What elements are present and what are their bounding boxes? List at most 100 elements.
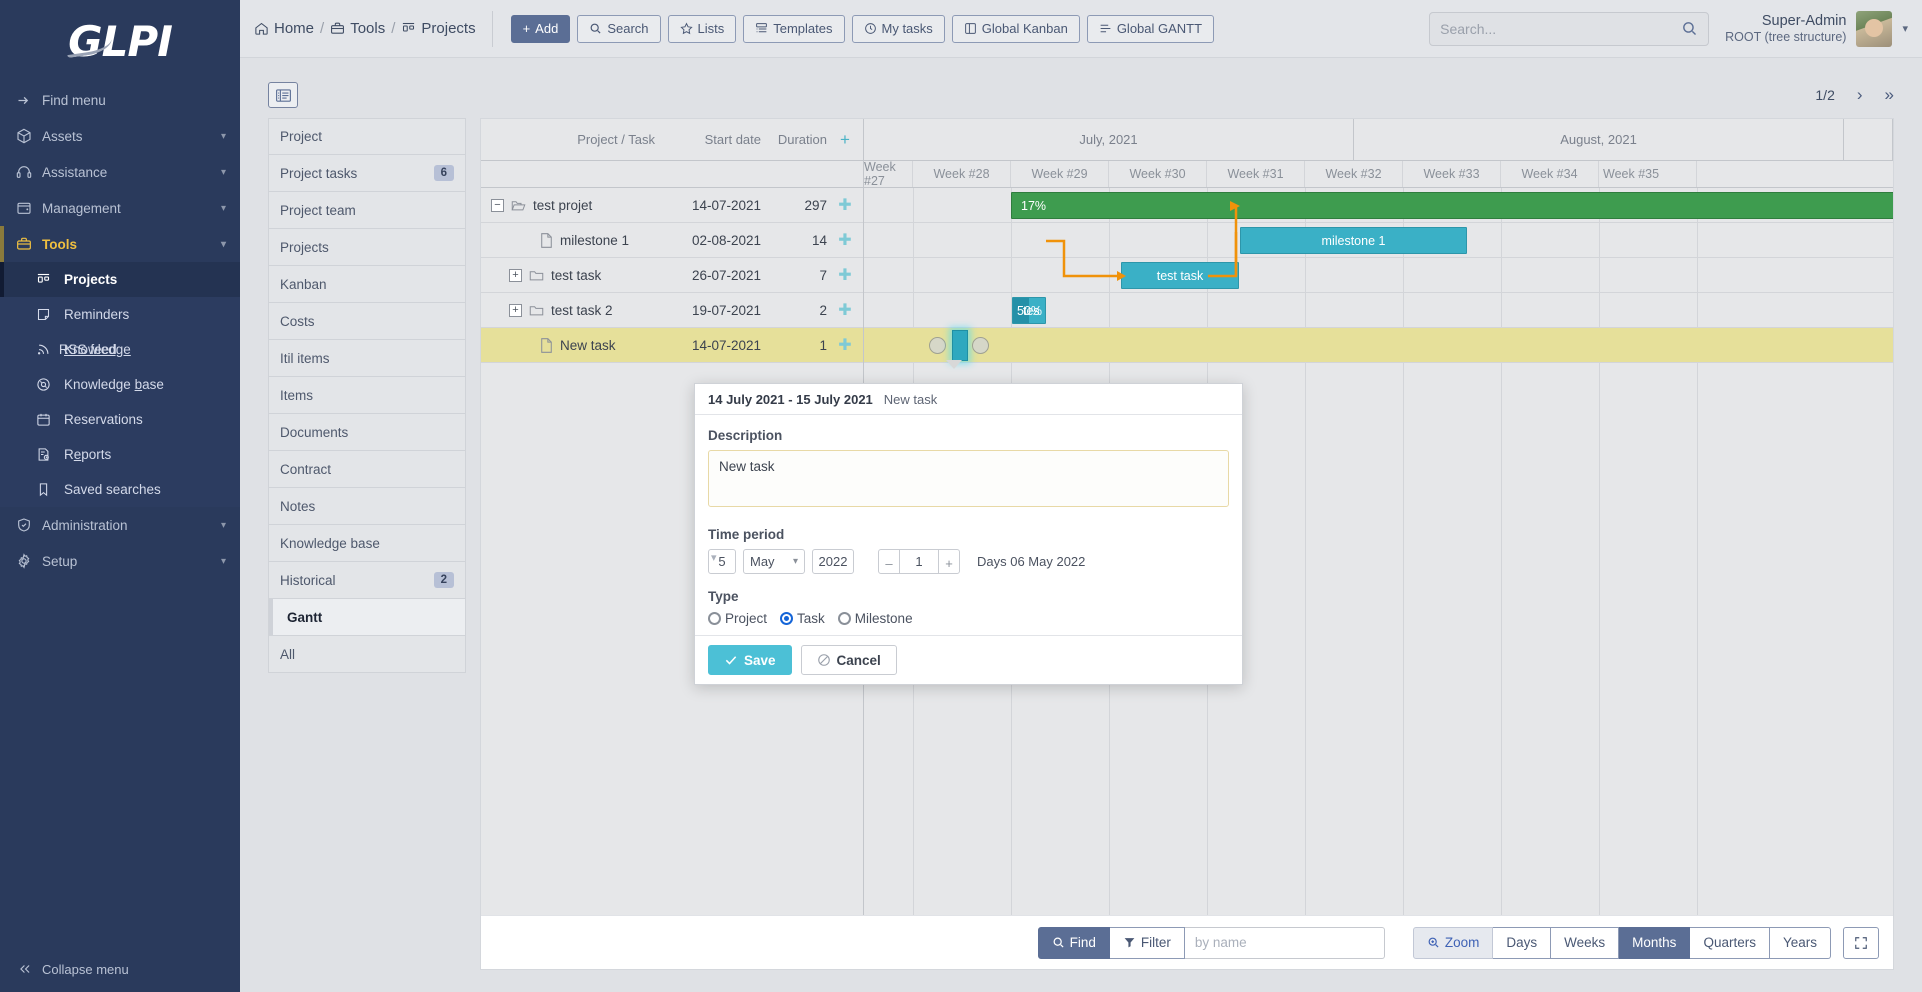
gantt-resize-handle-left[interactable] bbox=[929, 337, 946, 354]
templates-button[interactable]: Templates bbox=[743, 15, 844, 43]
duration-value[interactable]: 1 bbox=[900, 549, 938, 574]
row-expand-toggle[interactable]: + bbox=[509, 269, 522, 282]
sidebar-item-reservations[interactable]: Reservations bbox=[0, 402, 240, 437]
search-button[interactable]: Search bbox=[577, 15, 660, 43]
sidebar-item-reports[interactable]: Reports bbox=[0, 437, 240, 472]
row-add-icon[interactable]: ✚ bbox=[827, 265, 863, 285]
gantt-bar-new-task[interactable] bbox=[952, 330, 968, 361]
breadcrumb-tools[interactable]: Tools bbox=[330, 20, 385, 37]
table-row[interactable]: milestone 1 02-08-2021 14 ✚ bbox=[481, 223, 863, 258]
table-row[interactable]: + test task 26-07-2021 7 ✚ bbox=[481, 258, 863, 293]
year-input[interactable]: 2022 bbox=[812, 549, 854, 574]
table-row[interactable]: New task 14-07-2021 1 ✚ bbox=[481, 328, 863, 363]
table-row[interactable]: − test projet 14-07-2021 297 ✚ bbox=[481, 188, 863, 223]
find-button[interactable]: Find bbox=[1038, 927, 1110, 959]
sidebar-group-assistance[interactable]: Assistance ▾ bbox=[0, 154, 240, 190]
sidebar-item-projects[interactable]: Projects bbox=[0, 262, 240, 297]
breadcrumb-projects[interactable]: Projects bbox=[401, 20, 475, 37]
tab-project-team[interactable]: Project team bbox=[268, 192, 466, 229]
tab-documents[interactable]: Documents bbox=[268, 414, 466, 451]
radio-type-milestone[interactable]: Milestone bbox=[838, 611, 913, 626]
shield-check-icon bbox=[16, 517, 42, 533]
sidebar-item-reminders[interactable]: Reminders bbox=[0, 297, 240, 332]
tab-project[interactable]: Project bbox=[268, 118, 466, 155]
zoom-days-button[interactable]: Days bbox=[1493, 927, 1551, 959]
global-kanban-label: Global Kanban bbox=[982, 21, 1068, 36]
table-row[interactable]: + test task 2 19-07-2021 2 ✚ bbox=[481, 293, 863, 328]
sidebar-group-management[interactable]: Management ▾ bbox=[0, 190, 240, 226]
tab-gantt[interactable]: Gantt bbox=[268, 599, 466, 636]
search-input[interactable] bbox=[1440, 21, 1681, 37]
radio-icon bbox=[708, 612, 721, 625]
add-row-icon[interactable]: + bbox=[827, 130, 863, 150]
month-select[interactable]: May ▾ bbox=[743, 549, 805, 574]
tab-kanban[interactable]: Kanban bbox=[268, 266, 466, 303]
zoom-months-button[interactable]: Months bbox=[1619, 927, 1690, 959]
sidebar-group-administration[interactable]: Administration ▾ bbox=[0, 507, 240, 543]
row-expand-toggle[interactable]: + bbox=[509, 304, 522, 317]
lists-button[interactable]: Lists bbox=[668, 15, 737, 43]
collapse-menu-button[interactable]: Collapse menu bbox=[0, 946, 240, 992]
save-button[interactable]: Save bbox=[708, 645, 792, 675]
user-menu[interactable]: Super-Admin ROOT (tree structure) ▾ bbox=[1725, 11, 1922, 47]
gantt-row[interactable]: test task bbox=[864, 258, 1893, 293]
gantt-bar-milestone[interactable]: milestone 1 bbox=[1240, 227, 1467, 254]
breadcrumb-label: Projects bbox=[421, 20, 475, 37]
app-logo[interactable]: GLPI bbox=[0, 0, 240, 82]
dialog-header: 14 July 2021 - 15 July 2021 New task bbox=[695, 384, 1242, 415]
sidebar-group-setup[interactable]: Setup ▾ bbox=[0, 543, 240, 579]
day-input[interactable]: ▾ 5 bbox=[708, 549, 736, 574]
gantt-resize-handle-right[interactable] bbox=[972, 337, 989, 354]
fullscreen-button[interactable] bbox=[1843, 927, 1879, 959]
gantt-row[interactable]: 17% bbox=[864, 188, 1893, 223]
month-cell-partial bbox=[1844, 119, 1893, 160]
tab-itil-items[interactable]: Itil items bbox=[268, 340, 466, 377]
sidebar-item-knowledge-base[interactable]: Knowledge base bbox=[0, 367, 240, 402]
sidebar-item-find-menu[interactable]: Find menu bbox=[0, 82, 240, 118]
my-tasks-button[interactable]: My tasks bbox=[852, 15, 945, 43]
sidebar-item-saved-searches[interactable]: Saved searches bbox=[0, 472, 240, 507]
list-view-toggle[interactable] bbox=[268, 82, 298, 108]
row-add-icon[interactable]: ✚ bbox=[827, 335, 863, 355]
global-kanban-button[interactable]: Global Kanban bbox=[952, 15, 1080, 43]
duration-increment-button[interactable]: + bbox=[938, 549, 960, 574]
tab-all[interactable]: All bbox=[268, 636, 466, 673]
zoom-weeks-button[interactable]: Weeks bbox=[1551, 927, 1619, 959]
add-button[interactable]: + Add bbox=[511, 15, 571, 43]
row-add-icon[interactable]: ✚ bbox=[827, 300, 863, 320]
gantt-row[interactable]: 50% tes bbox=[864, 293, 1893, 328]
last-page-button[interactable]: » bbox=[1885, 85, 1894, 105]
gantt-bar-task-2[interactable]: 50% tes bbox=[1012, 297, 1046, 324]
tab-projects[interactable]: Projects bbox=[268, 229, 466, 266]
zoom-quarters-button[interactable]: Quarters bbox=[1690, 927, 1770, 959]
search-icon[interactable] bbox=[1681, 20, 1698, 37]
gantt-bar-task[interactable]: test task bbox=[1121, 262, 1239, 289]
breadcrumb-home[interactable]: Home bbox=[254, 20, 314, 37]
row-collapse-toggle[interactable]: − bbox=[491, 199, 504, 212]
gantt-row[interactable] bbox=[864, 328, 1893, 363]
by-name-input[interactable] bbox=[1185, 927, 1385, 959]
tab-contract[interactable]: Contract bbox=[268, 451, 466, 488]
row-add-icon[interactable]: ✚ bbox=[827, 195, 863, 215]
global-gantt-button[interactable]: Global GANTT bbox=[1087, 15, 1214, 43]
radio-type-project[interactable]: Project bbox=[708, 611, 767, 626]
tab-knowledge-base[interactable]: Knowledge base bbox=[268, 525, 466, 562]
tab-costs[interactable]: Costs bbox=[268, 303, 466, 340]
filter-button[interactable]: Filter bbox=[1110, 927, 1185, 959]
tab-project-tasks[interactable]: Project tasks6 bbox=[268, 155, 466, 192]
gantt-bar-project[interactable]: 17% bbox=[1011, 192, 1893, 219]
gantt-row[interactable]: milestone 1 bbox=[864, 223, 1893, 258]
next-page-button[interactable]: › bbox=[1857, 85, 1863, 105]
tab-historical[interactable]: Historical2 bbox=[268, 562, 466, 599]
row-add-icon[interactable]: ✚ bbox=[827, 230, 863, 250]
zoom-years-button[interactable]: Years bbox=[1770, 927, 1831, 959]
sidebar-group-assets[interactable]: Assets ▾ bbox=[0, 118, 240, 154]
duration-decrement-button[interactable]: – bbox=[878, 549, 900, 574]
cancel-button[interactable]: Cancel bbox=[801, 645, 897, 675]
sidebar-group-tools[interactable]: Tools ▾ bbox=[0, 226, 240, 262]
tab-notes[interactable]: Notes bbox=[268, 488, 466, 525]
radio-type-task[interactable]: Task bbox=[780, 611, 825, 626]
sidebar-item-rss-feed[interactable]: Knowledge RSS feed bbox=[0, 332, 240, 367]
tab-items[interactable]: Items bbox=[268, 377, 466, 414]
description-input[interactable] bbox=[708, 450, 1229, 507]
